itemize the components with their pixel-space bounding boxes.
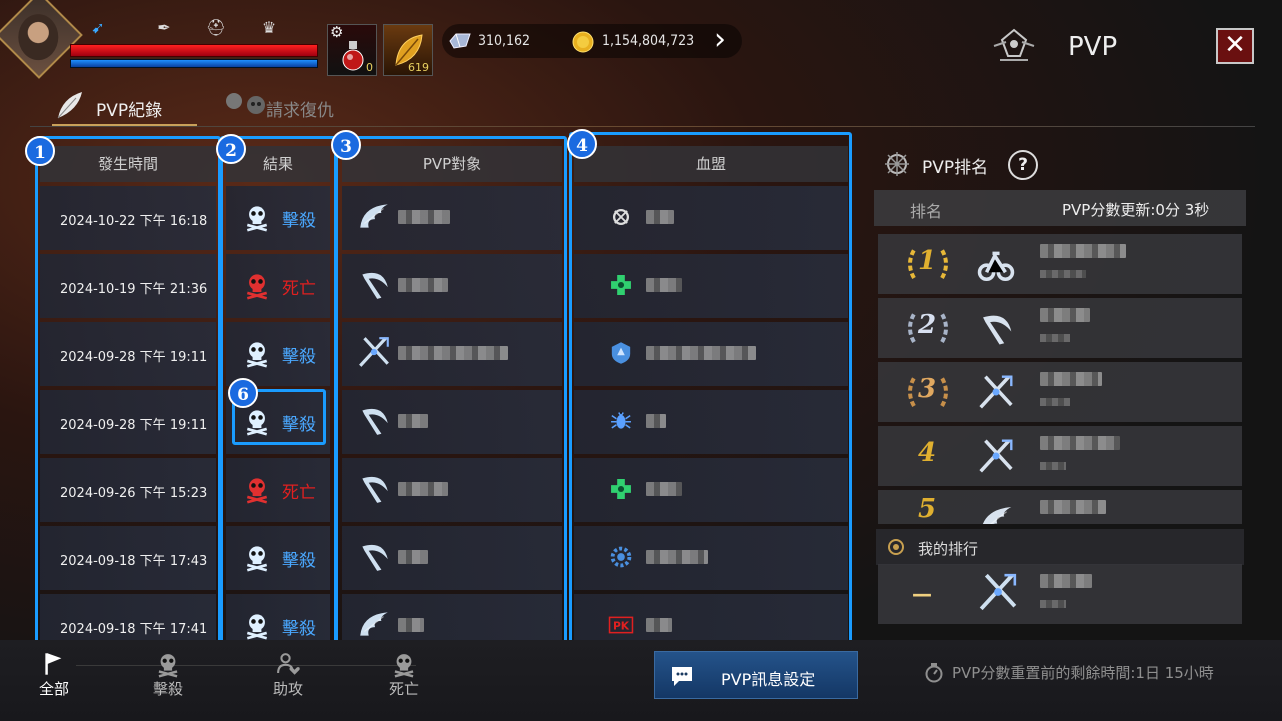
rank-number: 4: [918, 438, 937, 468]
chevron-right-icon[interactable]: ›: [714, 22, 726, 57]
ranking-row[interactable]: 2: [878, 298, 1242, 358]
filter-label: 死亡: [388, 680, 419, 698]
scythe-icon: [983, 315, 1012, 345]
revenge-icon: [226, 93, 265, 114]
filter-divider: [76, 665, 416, 666]
tab-pvp-record[interactable]: PVP紀錄: [52, 90, 197, 126]
my-name-masked: [1040, 574, 1092, 588]
player-score-masked: [1040, 334, 1070, 342]
highlight-box-time: [35, 136, 221, 646]
ranking-col-rank: 排名: [910, 202, 943, 221]
gear-icon: ⚙: [330, 23, 344, 41]
bike-icon: [977, 251, 1015, 282]
feather-slot[interactable]: 619: [383, 24, 433, 76]
skull-icon: [158, 654, 178, 678]
hp-bar: [70, 44, 318, 57]
filter-tab-assist[interactable]: 助攻: [258, 650, 318, 699]
laurel-icon: [888, 539, 904, 555]
annotation-badge-3: 3: [331, 130, 361, 160]
page-title: PVP: [1068, 32, 1118, 62]
filter-label: 全部: [38, 680, 69, 698]
currency-bar: 310,162 1,154,804,723 ›: [442, 22, 742, 58]
red-potion-icon: [342, 41, 364, 71]
player-name-masked: [1040, 372, 1102, 386]
filter-label: 擊殺: [152, 680, 183, 698]
rank-number: 3: [918, 374, 937, 404]
highlight-box-target: [335, 136, 567, 646]
mp-bar: [70, 59, 318, 68]
ranking-row[interactable]: 5: [878, 490, 1242, 524]
annotation-badge-2: 2: [216, 134, 246, 164]
gold-amount: 1,154,804,723: [602, 33, 695, 49]
crossed-swords-icon: [976, 570, 1020, 614]
chat-bubble-icon: [672, 667, 692, 686]
filter-tab-kill[interactable]: 擊殺: [138, 650, 198, 699]
my-rank-label: 我的排行: [918, 540, 979, 558]
annotation-badge-1: 1: [25, 136, 55, 166]
annotation-badge-6: 6: [228, 378, 258, 408]
feather-icon: [57, 92, 82, 119]
crossed-swords-icon: [979, 439, 1013, 473]
buff-trophy-icon[interactable]: ♛: [257, 18, 281, 38]
pvp-message-settings-button[interactable]: PVP訊息設定: [654, 651, 858, 699]
filter-tab-all[interactable]: 全部: [24, 650, 84, 699]
stopwatch-icon: [925, 663, 943, 683]
tab-revenge-request-label: 請求復仇: [266, 101, 334, 121]
ranking-row[interactable]: 4: [878, 426, 1242, 486]
buff-helmet-icon[interactable]: ⛑: [204, 18, 228, 38]
diamond-amount: 310,162: [478, 33, 531, 49]
player-name-masked: [1040, 308, 1090, 322]
rank-number: 1: [918, 246, 937, 276]
player-name-masked: [1040, 436, 1120, 450]
crossed-swords-icon: [979, 573, 1017, 611]
crossed-swords-icon: [979, 375, 1013, 409]
tab-revenge-request[interactable]: 請求復仇: [222, 90, 362, 126]
ranking-emblem-icon: [885, 152, 909, 176]
pvp-emblem-icon: [993, 28, 1035, 61]
my-rank-header: 我的排行: [876, 529, 1244, 565]
skull-icon: [394, 654, 414, 678]
assist-icon: [277, 653, 300, 675]
filter-label: 助攻: [272, 680, 303, 698]
my-rank-row[interactable]: —: [878, 564, 1242, 624]
diamond-icon: [449, 33, 471, 49]
ranking-header: 排名 PVP分數更新:0分 3秒: [874, 190, 1246, 226]
buff-feather-icon[interactable]: ✒: [152, 18, 176, 38]
potion-slot[interactable]: ⚙ 0: [327, 23, 377, 76]
wing-icon: [982, 507, 1012, 524]
annotation-badge-4: 4: [567, 129, 597, 159]
help-icon[interactable]: ?: [1008, 150, 1038, 180]
feather-count: 619: [408, 61, 429, 74]
flag-icon: [45, 653, 62, 675]
my-score-masked: [1040, 600, 1066, 608]
score-reset-timer: PVP分數重置前的剩餘時間:1日 15小時: [952, 664, 1214, 682]
rank-number: 5: [918, 494, 937, 524]
highlight-box-clan: [569, 132, 852, 644]
rank-number: 2: [918, 310, 937, 340]
tab-pvp-record-label: PVP紀錄: [96, 101, 163, 121]
ranking-update-label: PVP分數更新:0分 3秒: [1062, 201, 1210, 219]
player-name-masked: [1040, 500, 1106, 514]
player-name-masked: [1040, 244, 1126, 258]
filter-tab-death[interactable]: 死亡: [374, 650, 434, 699]
tab-divider: [30, 126, 1255, 127]
gold-coin-icon: [572, 31, 594, 53]
ranking-row[interactable]: 3: [878, 362, 1242, 422]
pvp-message-settings-label: PVP訊息設定: [721, 670, 816, 689]
close-button[interactable]: ✕: [1216, 28, 1254, 64]
my-rank-value: —: [912, 582, 932, 606]
player-score-masked: [1040, 270, 1086, 278]
ranking-row[interactable]: 1: [878, 234, 1242, 294]
ranking-title: PVP排名: [922, 158, 989, 178]
potion-count: 0: [366, 61, 373, 74]
player-score-masked: [1040, 398, 1070, 406]
player-score-masked: [1040, 462, 1066, 470]
buff-speed-icon[interactable]: ➹: [86, 18, 110, 38]
